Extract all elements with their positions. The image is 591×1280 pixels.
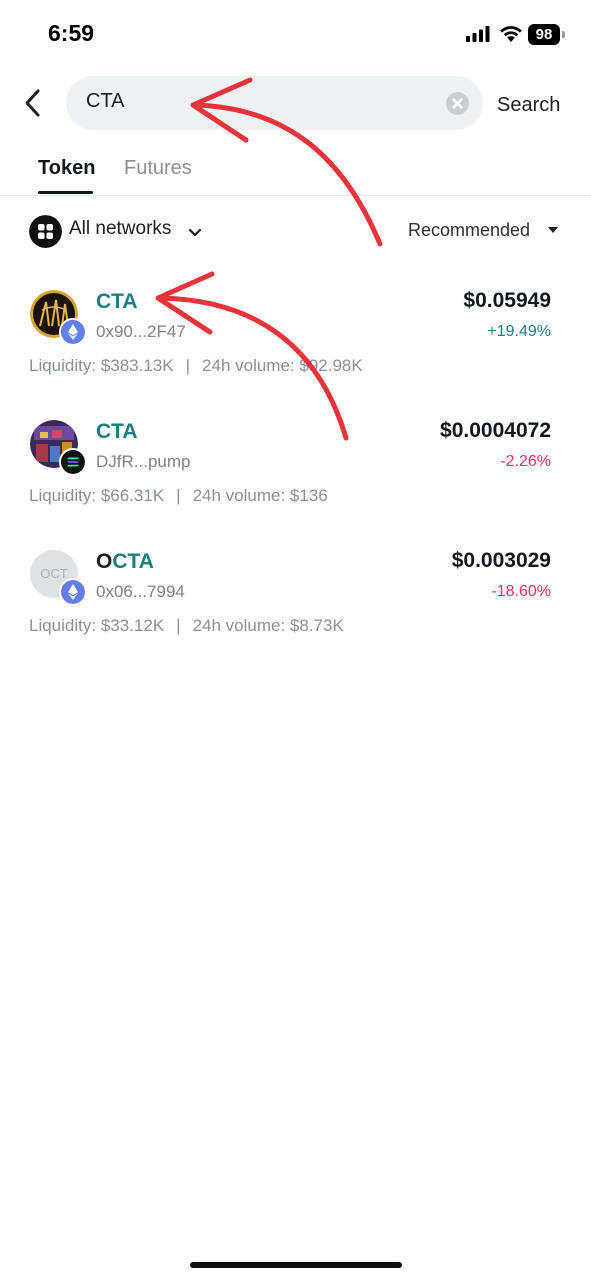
cellular-signal-icon — [466, 26, 490, 42]
wifi-icon — [500, 26, 522, 42]
token-address: 0x06...7994 — [96, 582, 185, 601]
token-change: -2.26% — [500, 453, 551, 470]
token-symbol: CTA — [96, 420, 138, 443]
battery-level: 98 — [528, 24, 560, 45]
chevron-down-icon[interactable] — [187, 224, 203, 240]
token-symbol: OCTA — [96, 550, 154, 573]
liquidity-value: Liquidity: $66.31K — [29, 486, 165, 505]
liquidity-value: Liquidity: $383.13K — [29, 356, 174, 375]
ethereum-icon — [59, 318, 87, 346]
token-change: -18.60% — [491, 583, 551, 600]
search-input[interactable] — [66, 76, 483, 130]
tab-futures[interactable]: Futures — [124, 157, 192, 180]
token-stats: Liquidity: $33.12K | 24h volume: $8.73K — [29, 616, 344, 636]
search-input-value[interactable]: CTA — [86, 90, 125, 113]
status-time: 6:59 — [48, 20, 95, 46]
liquidity-value: Liquidity: $33.12K — [29, 616, 165, 635]
clear-search-icon[interactable] — [446, 92, 469, 115]
stats-separator: | — [176, 486, 181, 505]
stats-separator: | — [185, 356, 191, 375]
tab-token[interactable]: Token — [38, 157, 95, 180]
volume-value: 24h volume: $136 — [192, 486, 328, 505]
token-stats: Liquidity: $383.13K | 24h volume: $92.98K — [29, 356, 363, 376]
tabs-divider — [0, 195, 591, 196]
active-tab-indicator — [38, 191, 93, 194]
token-change: +19.49% — [487, 323, 551, 340]
home-indicator — [190, 1262, 402, 1268]
token-symbol: CTA — [96, 290, 138, 313]
token-price: $0.003029 — [451, 549, 551, 572]
volume-value: 24h volume: $92.98K — [202, 356, 363, 375]
stats-separator: | — [176, 616, 181, 635]
token-address: 0x90...2F47 — [96, 322, 186, 341]
token-price: $0.0004072 — [440, 419, 551, 442]
sort-dropdown[interactable]: Recommended — [408, 220, 530, 241]
volume-value: 24h volume: $8.73K — [192, 616, 344, 635]
all-networks-grid-icon[interactable] — [29, 215, 62, 248]
token-stats: Liquidity: $66.31K | 24h volume: $136 — [29, 486, 328, 506]
network-filter[interactable]: All networks — [69, 218, 171, 240]
solana-icon — [59, 448, 87, 476]
ethereum-icon — [59, 578, 87, 606]
back-arrow-icon[interactable] — [22, 88, 44, 118]
battery-icon: 98 — [528, 24, 566, 45]
caret-down-icon[interactable] — [546, 224, 560, 236]
search-button[interactable]: Search — [497, 94, 560, 117]
token-address: DJfR...pump — [96, 452, 191, 471]
token-price: $0.05949 — [463, 289, 551, 312]
